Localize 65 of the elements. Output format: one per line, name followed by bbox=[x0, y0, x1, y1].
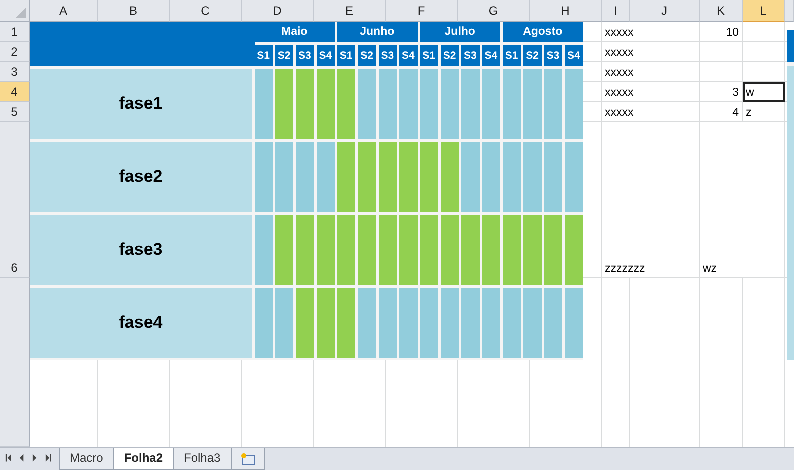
week-header: S1 bbox=[254, 45, 273, 66]
table-cell: zzzzzzz bbox=[602, 122, 700, 278]
phase-label: fase4 bbox=[30, 288, 252, 358]
column-header[interactable]: J bbox=[630, 0, 700, 22]
week-header: S3 bbox=[461, 45, 480, 66]
phase-label: fase2 bbox=[30, 142, 252, 212]
new-sheet-icon bbox=[240, 452, 256, 466]
column-header[interactable]: K bbox=[700, 0, 743, 22]
column-header[interactable]: L bbox=[743, 0, 785, 22]
table-cell: xxxxx bbox=[602, 22, 700, 42]
sheet-tab[interactable]: Folha2 bbox=[113, 448, 174, 470]
row-header[interactable]: 2 bbox=[0, 42, 30, 62]
week-header: S1 bbox=[337, 45, 356, 66]
row-header[interactable]: 5 bbox=[0, 102, 30, 122]
last-sheet-icon[interactable] bbox=[44, 454, 52, 462]
column-header[interactable]: H bbox=[530, 0, 602, 22]
sheet-tab[interactable]: Macro bbox=[59, 448, 114, 470]
column-header[interactable]: A bbox=[30, 0, 98, 22]
previous-sheet-icon[interactable] bbox=[19, 454, 25, 462]
row-header[interactable]: 4 bbox=[0, 82, 30, 102]
month-header: Maio bbox=[254, 22, 335, 42]
table-cell: xxxxx bbox=[602, 42, 700, 62]
table-cell: 10 bbox=[700, 22, 743, 42]
week-header: S2 bbox=[275, 45, 294, 66]
sheet-tab[interactable]: Folha3 bbox=[173, 448, 232, 470]
table-cell: 4 bbox=[700, 102, 743, 122]
column-header[interactable]: F bbox=[386, 0, 458, 22]
week-header: S4 bbox=[482, 45, 500, 66]
column-header[interactable]: I bbox=[602, 0, 630, 22]
column-header[interactable]: E bbox=[314, 0, 386, 22]
week-header: S3 bbox=[544, 45, 562, 66]
week-header: S2 bbox=[440, 45, 459, 66]
week-header: S2 bbox=[523, 45, 542, 66]
table-cell: xxxxx bbox=[602, 102, 700, 122]
week-header: S2 bbox=[358, 45, 376, 66]
new-sheet-tab[interactable] bbox=[230, 448, 265, 470]
week-header: S1 bbox=[502, 45, 521, 66]
next-sheet-icon[interactable] bbox=[32, 454, 38, 462]
table-cell: xxxxx bbox=[602, 62, 700, 82]
column-header[interactable]: G bbox=[458, 0, 530, 22]
corner-triangle-icon bbox=[16, 8, 26, 18]
row-header[interactable]: 3 bbox=[0, 62, 30, 82]
table-cell: wz bbox=[700, 122, 785, 278]
table-cell: xxxxx bbox=[602, 82, 700, 102]
column-header[interactable]: B bbox=[98, 0, 170, 22]
week-header: S4 bbox=[564, 45, 583, 66]
phase-label: fase1 bbox=[30, 69, 252, 139]
column-header[interactable]: D bbox=[242, 0, 314, 22]
week-header: S1 bbox=[420, 45, 438, 66]
table-cell: 3 bbox=[700, 82, 743, 102]
month-header: Agosto bbox=[502, 22, 583, 42]
row-header[interactable]: 1 bbox=[0, 22, 30, 42]
first-sheet-icon[interactable] bbox=[5, 454, 12, 462]
column-header-filler bbox=[785, 0, 794, 22]
week-header: S4 bbox=[399, 45, 418, 66]
week-header: S3 bbox=[296, 45, 314, 66]
phase-label: fase3 bbox=[30, 215, 252, 285]
table-cell: w bbox=[743, 82, 785, 102]
table-cell: z bbox=[743, 102, 785, 122]
week-header: S3 bbox=[378, 45, 397, 66]
row-header[interactable]: 6 bbox=[0, 122, 30, 278]
month-header: Julho bbox=[420, 22, 500, 42]
month-header: Junho bbox=[337, 22, 418, 42]
week-header: S4 bbox=[316, 45, 335, 66]
column-header[interactable]: C bbox=[170, 0, 242, 22]
